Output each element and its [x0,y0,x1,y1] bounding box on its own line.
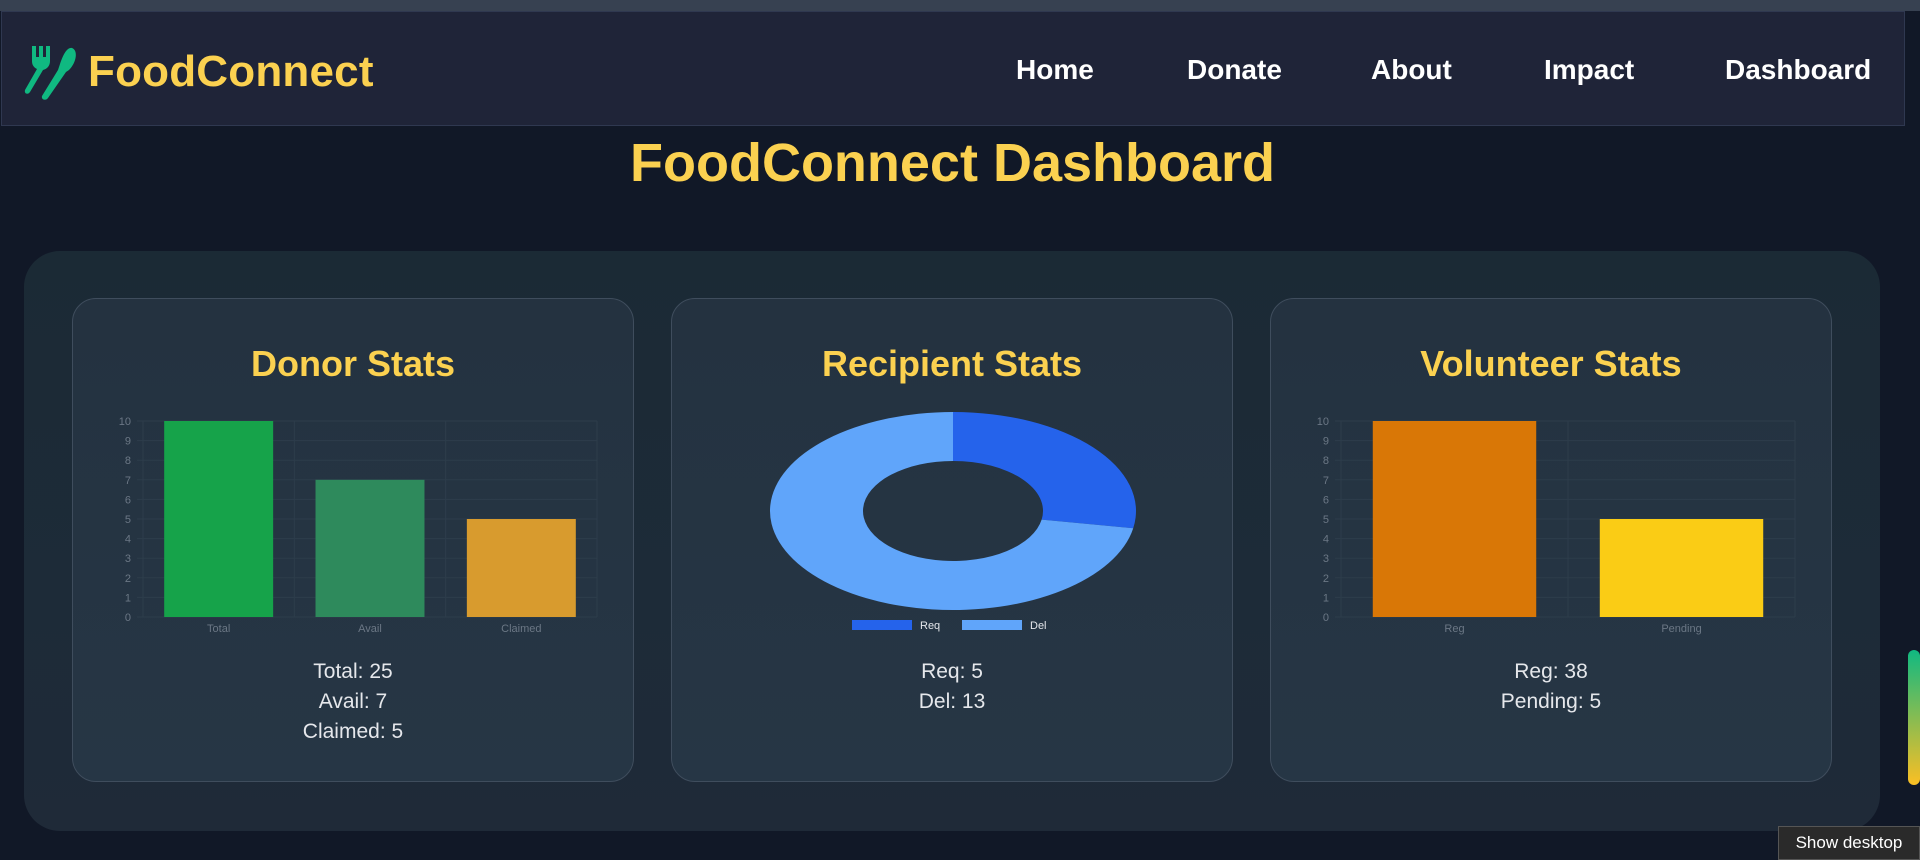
donor-chart-y-tick-label: 0 [125,612,131,624]
volunteer-chart-y-tick-label: 5 [1323,514,1329,526]
volunteer-chart-y-tick-label: 8 [1323,455,1329,467]
donor-chart-bar-total [164,421,274,617]
donor-chart-y-tick-label: 7 [125,475,131,487]
volunteer-chart-y-tick-label: 10 [1317,416,1329,428]
recipient-chart-legend-label-req: Req [920,620,940,632]
recipient-stat-req: Req: 5 [921,660,983,683]
utensils-icon [24,46,76,100]
recipient-stats-list: Req: 5 Del: 13 [672,657,1232,717]
donor-chart-y-tick-label: 5 [125,514,131,526]
donor-chart-x-tick-label: Avail [358,623,382,635]
nav-donate-link[interactable]: Donate [1187,54,1282,86]
donor-stats-list: Total: 25 Avail: 7 Claimed: 5 [73,657,633,747]
donor-chart-x-tick-label: Claimed [501,623,541,635]
nav-impact-link[interactable]: Impact [1544,54,1634,86]
donor-chart-y-tick-label: 4 [125,534,131,546]
recipient-chart-legend-swatch-req [852,620,912,630]
recipient-chart-legend-swatch-del [962,620,1022,630]
dashboard-panel: Donor Stats 0 1 2 3 4 5 6 7 8 9 10 Total Avail Claime… [24,251,1880,831]
volunteer-stat-pending: Pending: 5 [1500,690,1602,713]
donor-chart-y-tick-label: 1 [125,592,131,604]
volunteer-chart-y-tick-label: 9 [1323,436,1329,448]
recipient-chart-slice-req [953,412,1136,529]
donor-chart-y-tick-label: 9 [125,436,131,448]
scroll-indicator[interactable] [1908,650,1920,785]
donor-chart-y-tick-label: 10 [119,416,131,428]
donor-stat-claimed: Claimed: 5 [302,720,404,743]
nav-dashboard-link[interactable]: Dashboard [1725,54,1871,86]
recipient-stats-card: Recipient Stats Req Del Req: 5 Del: 13 [671,298,1233,782]
logo[interactable]: FoodConnect [22,42,374,102]
nav-about-link[interactable]: About [1371,54,1452,86]
volunteer-chart-x-tick-label: Reg [1444,623,1464,635]
app-name: FoodConnect [88,47,374,96]
volunteer-chart-y-tick-label: 4 [1323,534,1329,546]
recipient-stat-del: Del: 13 [918,690,986,713]
donor-stat-avail: Avail: 7 [318,690,388,713]
donor-chart-bar-claimed [466,519,576,617]
navbar: FoodConnect Home Donate About Impact Das… [1,11,1905,126]
volunteer-chart-x-tick-label: Pending [1661,623,1701,635]
show-desktop-button[interactable]: Show desktop [1778,826,1920,860]
volunteer-stats-card: Volunteer Stats 0 1 2 3 4 5 6 7 8 9 10 Reg Pending R… [1270,298,1832,782]
volunteer-chart-y-tick-label: 3 [1323,553,1329,565]
volunteer-chart-bar-pending [1599,519,1764,617]
volunteer-chart-y-tick-label: 6 [1323,494,1329,506]
donor-chart-y-tick-label: 3 [125,553,131,565]
page-title: FoodConnect Dashboard [630,133,1275,193]
donor-stats-card: Donor Stats 0 1 2 3 4 5 6 7 8 9 10 Total Avail Claime… [72,298,634,782]
donor-chart-bar-avail [315,479,425,617]
volunteer-chart-bar-reg [1372,421,1537,617]
volunteer-chart-y-tick-label: 2 [1323,573,1329,585]
nav-home-link[interactable]: Home [1016,54,1094,86]
donor-chart-y-tick-label: 2 [125,573,131,585]
donor-stat-total: Total: 25 [313,660,393,683]
volunteer-stat-reg: Reg: 38 [1514,660,1588,683]
recipient-chart-legend-label-del: Del [1030,620,1047,632]
volunteer-chart-y-tick-label: 7 [1323,475,1329,487]
donor-chart-y-tick-label: 8 [125,455,131,467]
volunteer-stats-list: Reg: 38 Pending: 5 [1271,657,1831,717]
volunteer-chart-y-tick-label: 1 [1323,592,1329,604]
donor-chart-x-tick-label: Total [207,623,230,635]
volunteer-chart-y-tick-label: 0 [1323,612,1329,624]
window-top-strip [0,0,1920,11]
donor-chart-y-tick-label: 6 [125,494,131,506]
